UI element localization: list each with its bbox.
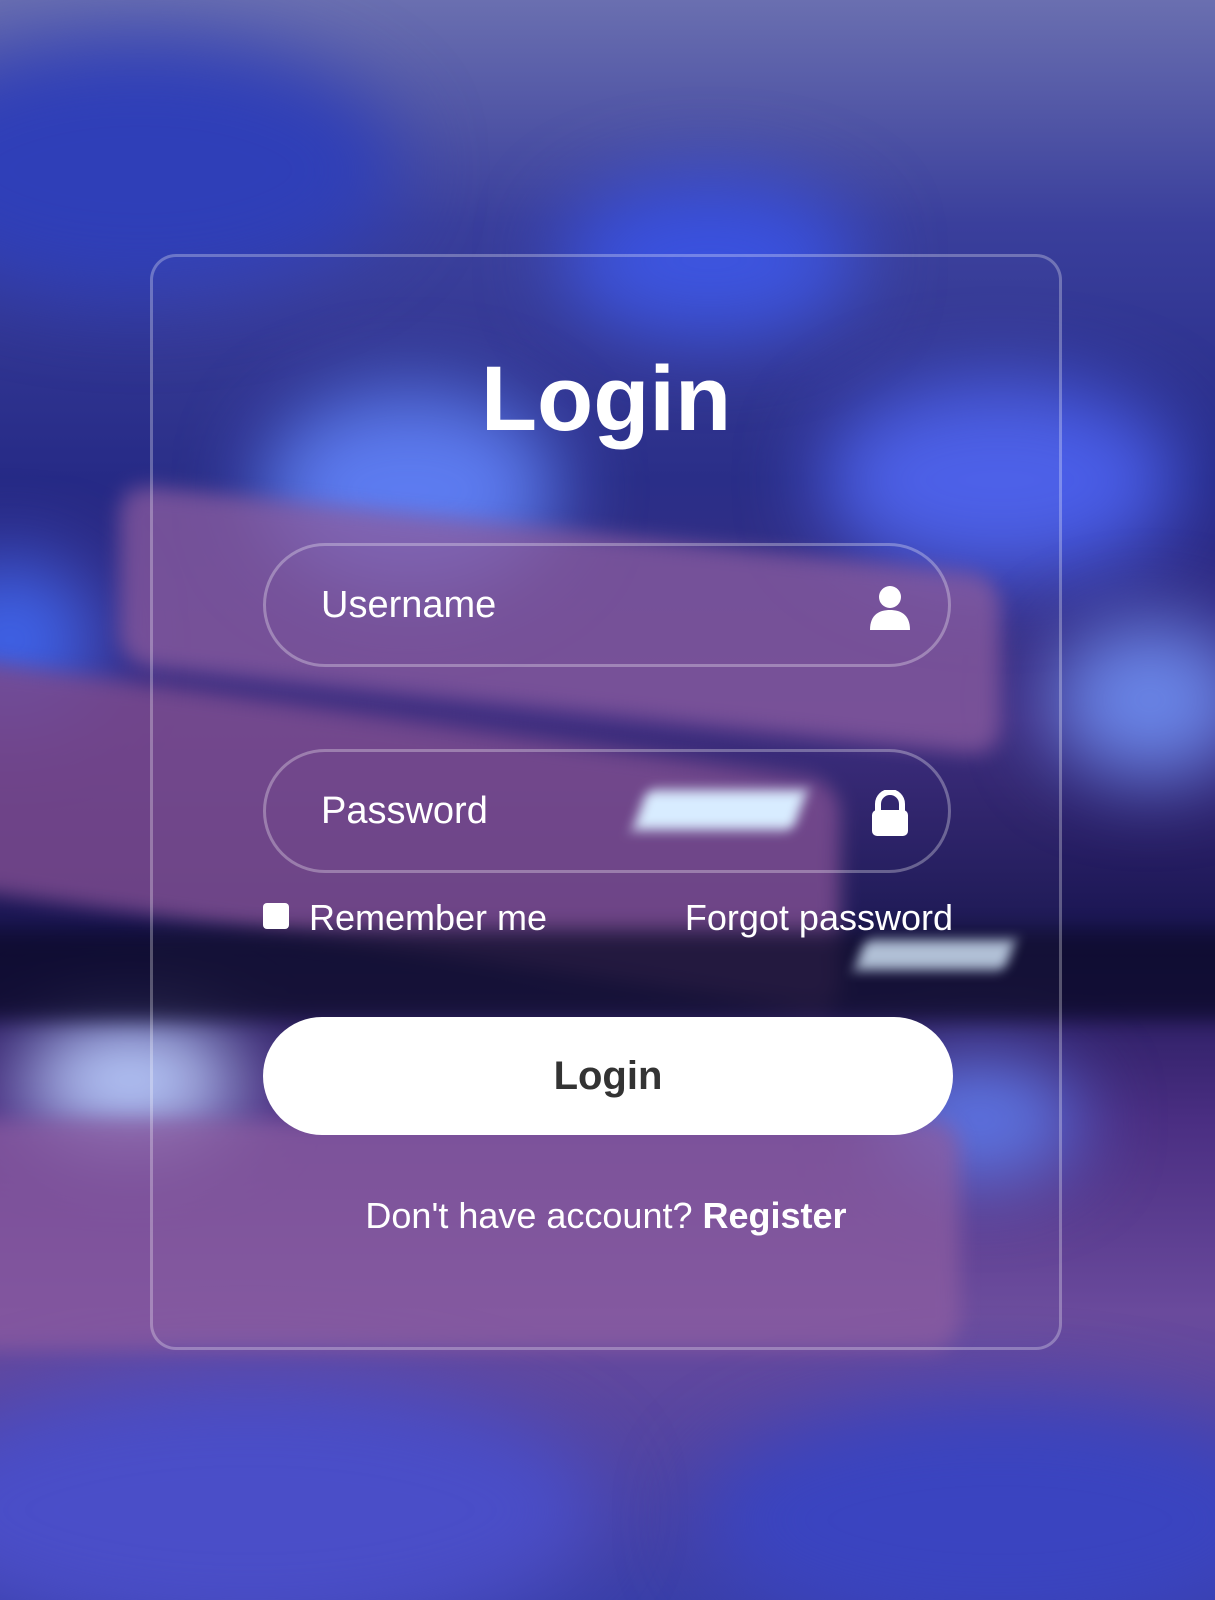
login-card: Login Remember me Forgot password Login … xyxy=(150,254,1062,1350)
register-prompt-text: Don't have account? xyxy=(365,1195,693,1236)
options-row: Remember me Forgot password xyxy=(263,897,953,947)
remember-checkbox[interactable] xyxy=(263,903,289,929)
login-button[interactable]: Login xyxy=(263,1017,953,1135)
password-input[interactable] xyxy=(321,752,841,870)
remember-me[interactable]: Remember me xyxy=(263,897,547,939)
page-title: Login xyxy=(480,348,732,450)
register-prompt: Don't have account? Register xyxy=(153,1195,1059,1237)
username-field xyxy=(263,543,951,667)
password-field xyxy=(263,749,951,873)
register-link[interactable]: Register xyxy=(703,1195,847,1236)
remember-label: Remember me xyxy=(309,897,548,938)
lock-icon xyxy=(872,790,908,836)
user-icon xyxy=(870,586,910,630)
username-input[interactable] xyxy=(321,546,841,664)
forgot-password-link[interactable]: Forgot password xyxy=(685,897,953,939)
